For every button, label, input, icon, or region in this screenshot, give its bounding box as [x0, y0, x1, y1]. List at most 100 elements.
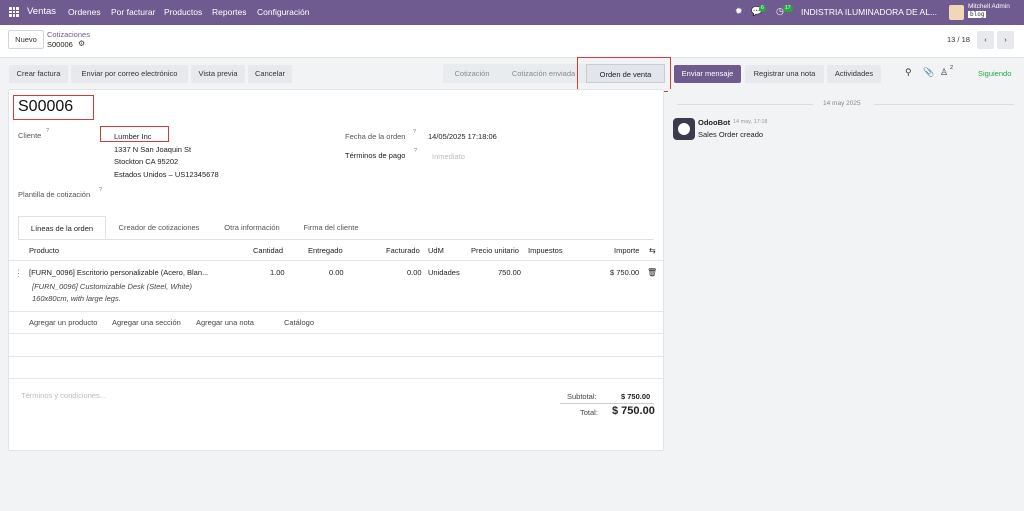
line-description-1: [FURN_0096] Customizable Desk (Steel, Wh… — [32, 282, 193, 291]
user-name[interactable]: Mitchell Admin — [968, 3, 1010, 10]
activities-button[interactable]: Actividades — [827, 65, 881, 83]
app-title[interactable]: Ventas — [27, 6, 56, 17]
total-value: $ 750.00 — [612, 405, 655, 417]
new-button[interactable]: Nuevo — [8, 30, 44, 49]
col-quantity[interactable]: Cantidad — [253, 246, 283, 255]
add-section-link[interactable]: Agregar una sección — [112, 318, 181, 327]
message-time: 14 may, 17:18 — [733, 119, 768, 125]
followers-icon[interactable]: ♙ — [940, 67, 948, 78]
preview-button[interactable]: Vista previa — [191, 65, 245, 83]
message-body: Sales Order creado — [698, 130, 764, 139]
line-invoiced: 0.00 — [407, 268, 422, 277]
add-note-link[interactable]: Agregar una nota — [196, 318, 254, 327]
drag-handle-icon[interactable]: ⋮ — [14, 268, 23, 279]
db-name: blog — [968, 11, 987, 18]
top-navbar: Ventas Ordenes Por facturar Productos Re… — [0, 0, 1024, 25]
customer-address-line3: Estados Unidos – US12345678 — [114, 170, 219, 179]
tab-quote-builder[interactable]: Creador de cotizaciones — [108, 216, 210, 239]
search-icon[interactable]: ⚲ — [905, 67, 912, 78]
line-quantity[interactable]: 1.00 — [270, 268, 285, 277]
highlight-box-name — [13, 95, 94, 120]
tabs-divider — [18, 239, 654, 240]
chat-badge: 6 — [759, 5, 766, 12]
odoobot-avatar[interactable] — [673, 118, 695, 140]
followers-count: 2 — [950, 65, 954, 71]
stage-quotation-sent[interactable]: Cotización enviada — [501, 64, 586, 83]
log-note-button[interactable]: Registrar una nota — [745, 65, 824, 83]
tab-order-lines[interactable]: Líneas de la orden — [18, 216, 106, 239]
line-delivered[interactable]: 0.00 — [329, 268, 344, 277]
add-product-link[interactable]: Agregar un producto — [29, 318, 97, 327]
col-product[interactable]: Producto — [29, 246, 59, 255]
line-description-2: 160x80cm, with large legs. — [32, 294, 121, 303]
totals-divider — [560, 403, 654, 404]
menu-ordenes[interactable]: Ordenes — [68, 7, 101, 17]
customer-address-line1: 1337 N San Joaquin St — [114, 145, 192, 154]
app-switcher-icon[interactable] — [9, 7, 19, 17]
total-label: Total: — [580, 408, 598, 417]
menu-productos[interactable]: Productos — [164, 7, 202, 17]
send-message-button[interactable]: Enviar mensaje — [674, 65, 741, 83]
terms-conditions-field[interactable]: Términos y condiciones... — [21, 391, 106, 400]
gear-icon[interactable]: ⚙ — [78, 39, 85, 48]
row-divider — [8, 378, 664, 379]
payment-terms-label: Términos de pago — [345, 151, 406, 160]
help-icon: ? — [414, 148, 418, 154]
template-label: Plantilla de cotización — [18, 190, 91, 199]
col-delivered[interactable]: Entregado — [308, 246, 343, 255]
pager-next-button[interactable]: › — [997, 31, 1014, 49]
date-label: Fecha de la orden — [345, 132, 406, 141]
row-divider — [8, 333, 664, 334]
date-field[interactable]: 14/05/2025 17:18:06 — [428, 132, 497, 141]
line-subtotal: $ 750.00 — [610, 268, 640, 277]
bug-icon[interactable]: ✹ — [735, 6, 743, 17]
chatter-panel — [668, 89, 1024, 511]
company-switcher[interactable]: INDISTRIA ILUMINADORA DE AL... — [801, 7, 937, 17]
breadcrumb-parent[interactable]: Cotizaciones — [47, 30, 90, 39]
create-invoice-button[interactable]: Crear factura — [9, 65, 68, 83]
line-product[interactable]: [FURN_0096] Escritorio personalizable (A… — [29, 268, 208, 277]
catalog-link[interactable]: Catálogo — [284, 318, 314, 327]
customer-label: Cliente — [18, 131, 42, 140]
trash-icon[interactable]: 🗑 — [647, 268, 657, 277]
control-panel: Nuevo Cotizaciones S00006 ⚙ 13 / 18 ‹ › — [0, 25, 1024, 58]
date-separator-line — [874, 104, 1014, 105]
tab-other-info[interactable]: Otra información — [213, 216, 291, 239]
col-unit-price[interactable]: Precio unitario — [471, 246, 519, 255]
cancel-button[interactable]: Cancelar — [248, 65, 292, 83]
subtotal-value: $ 750.00 — [621, 392, 651, 401]
odoobot-face-icon — [678, 123, 690, 135]
header-divider — [8, 260, 664, 261]
line-uom[interactable]: Unidades — [428, 268, 460, 277]
col-uom[interactable]: UdM — [428, 246, 444, 255]
line-unit-price[interactable]: 750.00 — [498, 268, 521, 277]
paperclip-icon[interactable]: 📎 — [923, 67, 934, 78]
date-separator-line — [677, 104, 813, 105]
pager[interactable]: 13 / 18 — [947, 35, 970, 44]
menu-reportes[interactable]: Reportes — [212, 7, 247, 17]
pager-prev-button[interactable]: ‹ — [977, 31, 994, 49]
customer-address-line2: Stockton CA 95202 — [114, 157, 179, 166]
col-subtotal[interactable]: Importe — [614, 246, 639, 255]
message-author[interactable]: OdooBot — [698, 118, 730, 127]
row-divider — [8, 311, 664, 312]
avatar[interactable] — [949, 5, 964, 20]
chatter-date: 14 may 2025 — [823, 100, 861, 107]
activity-badge: 17 — [783, 5, 793, 12]
payment-terms-field[interactable]: Inmediato — [432, 152, 465, 161]
send-email-button[interactable]: Enviar por correo electrónico — [71, 65, 188, 83]
col-invoiced[interactable]: Facturado — [386, 246, 420, 255]
following-label[interactable]: Siguiendo — [978, 69, 1011, 78]
highlight-box-stage — [577, 57, 671, 92]
col-taxes[interactable]: Impuestos — [528, 246, 563, 255]
breadcrumb-current: S00006 — [47, 40, 73, 49]
tab-customer-signature[interactable]: Firma del cliente — [294, 216, 368, 239]
row-divider — [8, 356, 664, 357]
menu-por-facturar[interactable]: Por facturar — [111, 7, 155, 17]
column-settings-icon[interactable]: ⇆ — [649, 246, 656, 255]
help-icon: ? — [413, 129, 417, 135]
help-icon: ? — [99, 187, 103, 193]
menu-configuracion[interactable]: Configuración — [257, 7, 309, 17]
help-icon: ? — [46, 128, 50, 134]
stage-quotation[interactable]: Cotización — [443, 64, 501, 83]
